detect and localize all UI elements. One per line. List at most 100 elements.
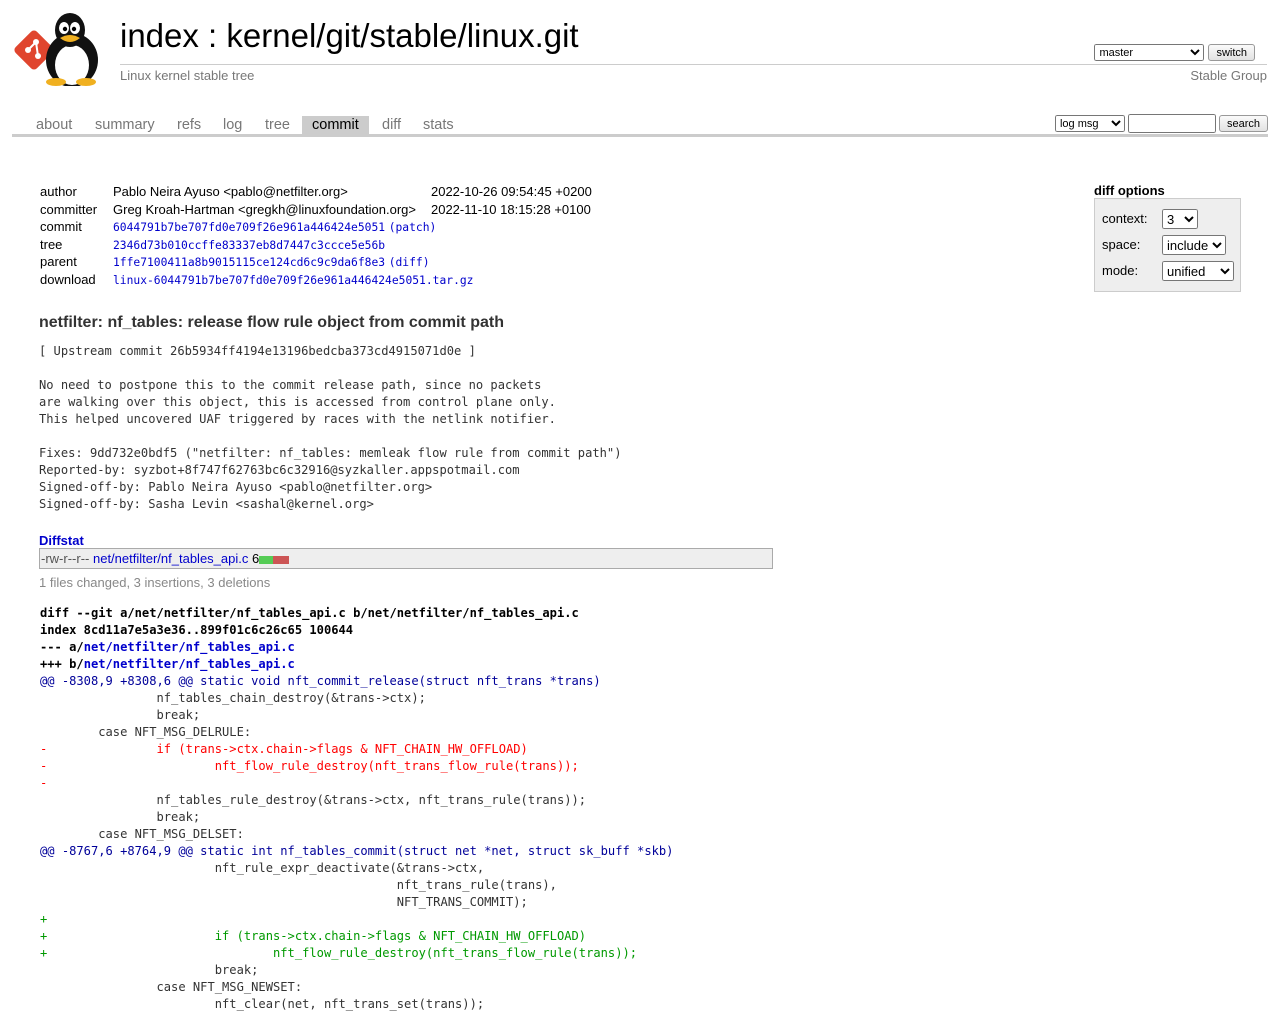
file-mode: -rw-r--r-- [41, 551, 90, 566]
diff-context-line: nf_tables_chain_destroy(&trans->ctx); [40, 691, 426, 705]
download-link[interactable]: linux-6044791b7be707fd0e709f26e961a44642… [113, 274, 473, 287]
diffstat-table: -rw-r--r-- net/netfilter/nf_tables_api.c… [39, 548, 773, 569]
search-mode-select[interactable]: log msg [1054, 115, 1125, 132]
commit-label: commit [40, 219, 82, 235]
commit-info-table: author Pablo Neira Ayuso <pablo@netfilte… [40, 184, 592, 290]
diff-context-line: nft_trans_rule(trans), [40, 878, 557, 892]
tree-sha-link[interactable]: 2346d73b010ccffe83337eb8d7447c3ccce5e56b [113, 239, 385, 252]
diff-minus-line: --- a/net/netfilter/nf_tables_api.c [40, 639, 673, 656]
diff-context-line: nft_clear(net, nft_trans_set(trans)); [40, 997, 485, 1011]
committer-row: committer Greg Kroah-Hartman <gregkh@lin… [40, 202, 592, 220]
parent-sha-link[interactable]: 1ffe7100411a8b9015115ce124cd6c9c9da6f8e3 [113, 256, 385, 269]
committer-label: committer [40, 201, 98, 217]
space-option-row: space: include [1102, 235, 1226, 255]
diffstat-count: 6 [252, 551, 260, 566]
diff-plus-file-link[interactable]: net/netfilter/nf_tables_api.c [84, 657, 295, 671]
diff-minus-file-link[interactable]: net/netfilter/nf_tables_api.c [84, 640, 295, 654]
diff-plus-prefix: +++ b/ [40, 657, 84, 671]
diff-context-line: case NFT_MSG_DELSET: [40, 827, 244, 841]
repo-description: Linux kernel stable tree [120, 68, 255, 83]
context-option-row: context: 3 [1102, 209, 1198, 229]
search-input[interactable] [1127, 114, 1216, 133]
index-link[interactable]: index [120, 17, 199, 54]
download-row: download linux-6044791b7be707fd0e709f26e… [40, 272, 592, 290]
author-label: author [40, 184, 77, 199]
branch-switch-form: master switch [1094, 44, 1255, 61]
diffstat-summary: 1 files changed, 3 insertions, 3 deletio… [39, 575, 271, 590]
diff-deleted-line: - if (trans->ctx.chain->flags & NFT_CHAI… [40, 742, 528, 756]
tree-row: tree 2346d73b010ccffe83337eb8d7447c3ccce… [40, 237, 592, 255]
commit-message: [ Upstream commit 26b5934ff4194e13196bed… [39, 344, 622, 511]
diff-context-line: nft_rule_expr_deactivate(&trans->ctx, [40, 861, 485, 875]
diff-context-line: break; [40, 810, 201, 824]
deletions-bar [273, 555, 290, 564]
diff-options-panel: context: 3 space: include mode: unified [1094, 198, 1241, 292]
space-select[interactable]: include [1162, 235, 1226, 255]
tree-label: tree [40, 236, 63, 252]
diff-context-line: break; [40, 708, 201, 722]
tab-stats[interactable]: stats [413, 116, 464, 134]
context-label: context: [1102, 211, 1148, 226]
parent-diff-link[interactable]: (diff) [389, 256, 430, 269]
patch-link[interactable]: (patch) [389, 221, 437, 234]
commit-sha-link[interactable]: 6044791b7be707fd0e709f26e961a446424e5051 [113, 221, 385, 234]
switch-button[interactable]: switch [1208, 44, 1255, 61]
mode-label: mode: [1102, 263, 1139, 278]
diff-view: diff --git a/net/netfilter/nf_tables_api… [40, 605, 673, 1013]
mode-option-row: mode: unified [1102, 261, 1234, 281]
download-label: download [40, 271, 96, 287]
diff-context-line: NFT_TRANS_COMMIT); [40, 895, 528, 909]
diff-git-a-file: net/netfilter/nf_tables_api.c [134, 606, 346, 620]
tab-about[interactable]: about [26, 116, 82, 134]
committer-value: Greg Kroah-Hartman <gregkh@linuxfoundati… [113, 201, 416, 217]
diff-deleted-line: - [40, 776, 48, 790]
diffstat-file-link[interactable]: net/netfilter/nf_tables_api.c [93, 551, 248, 566]
diff-context-line: case NFT_MSG_DELRULE: [40, 725, 252, 739]
author-date: 2022-10-26 09:54:45 +0200 [430, 184, 592, 199]
search-form: log msg search [1054, 114, 1268, 133]
repo-link[interactable]: kernel/git/stable/linux.git [226, 17, 578, 54]
tab-commit[interactable]: commit [302, 116, 369, 134]
diff-git-b-file: net/netfilter/nf_tables_api.c [367, 606, 579, 620]
tux-logo-icon [14, 13, 98, 87]
diff-hunk-header: @@ -8767,6 +8764,9 @@ static int nf_tabl… [40, 844, 674, 858]
parent-row: parent 1ffe7100411a8b9015115ce124cd6c9c9… [40, 254, 592, 272]
diff-context-line: nf_tables_rule_destroy(&trans->ctx, nft_… [40, 793, 587, 807]
diff-added-line: + nft_flow_rule_destroy(nft_trans_flow_r… [40, 946, 638, 960]
diff-index-line: index 8cd11a7e5a3e36..899f01c6c26c65 100… [40, 623, 354, 637]
diff-git-mid: b/ [345, 606, 368, 620]
diff-added-line: + if (trans->ctx.chain->flags & NFT_CHAI… [40, 929, 587, 943]
author-value: Pablo Neira Ayuso <pablo@netfilter.org> [113, 184, 348, 199]
diff-options-title: diff options [1094, 183, 1165, 198]
committer-date: 2022-11-10 18:15:28 +0100 [430, 201, 591, 217]
commit-row: commit 6044791b7be707fd0e709f26e961a4464… [40, 219, 592, 237]
context-select[interactable]: 3 [1162, 209, 1198, 229]
insertions-bar [259, 555, 274, 564]
diff-added-line: + [40, 912, 48, 926]
author-row: author Pablo Neira Ayuso <pablo@netfilte… [40, 184, 592, 202]
tab-log[interactable]: log [213, 116, 252, 134]
cgit-logo[interactable] [14, 10, 110, 87]
branch-select[interactable]: master [1094, 44, 1205, 61]
mode-select[interactable]: unified [1162, 261, 1234, 281]
parent-label: parent [40, 254, 77, 270]
diff-context-line: case NFT_MSG_NEWSET: [40, 980, 303, 994]
space-label: space: [1102, 237, 1141, 252]
tab-refs[interactable]: refs [167, 116, 211, 134]
repo-owner: Stable Group [1190, 68, 1267, 83]
tab-diff[interactable]: diff [372, 116, 411, 134]
page-title: index : kernel/git/stable/linux.git [120, 16, 579, 56]
diffstat-link[interactable]: Diffstat [39, 533, 84, 548]
commit-subject: netfilter: nf_tables: release flow rule … [39, 314, 504, 331]
diff-context-line: break; [40, 963, 259, 977]
tab-tree[interactable]: tree [255, 116, 300, 134]
diff-body: @@ -8308,9 +8308,6 @@ static void nft_co… [40, 673, 673, 1013]
diff-hunk-header: @@ -8308,9 +8308,6 @@ static void nft_co… [40, 674, 601, 688]
diff-plus-line: +++ b/net/netfilter/nf_tables_api.c [40, 656, 673, 673]
tab-summary[interactable]: summary [85, 116, 165, 134]
title-separator: : [198, 17, 227, 54]
search-button[interactable]: search [1218, 115, 1268, 132]
diff-deleted-line: - nft_flow_rule_destroy(nft_trans_flow_r… [40, 759, 579, 773]
diff-git-prefix: diff --git a/ [40, 606, 135, 620]
diff-minus-prefix: --- a/ [40, 640, 84, 654]
